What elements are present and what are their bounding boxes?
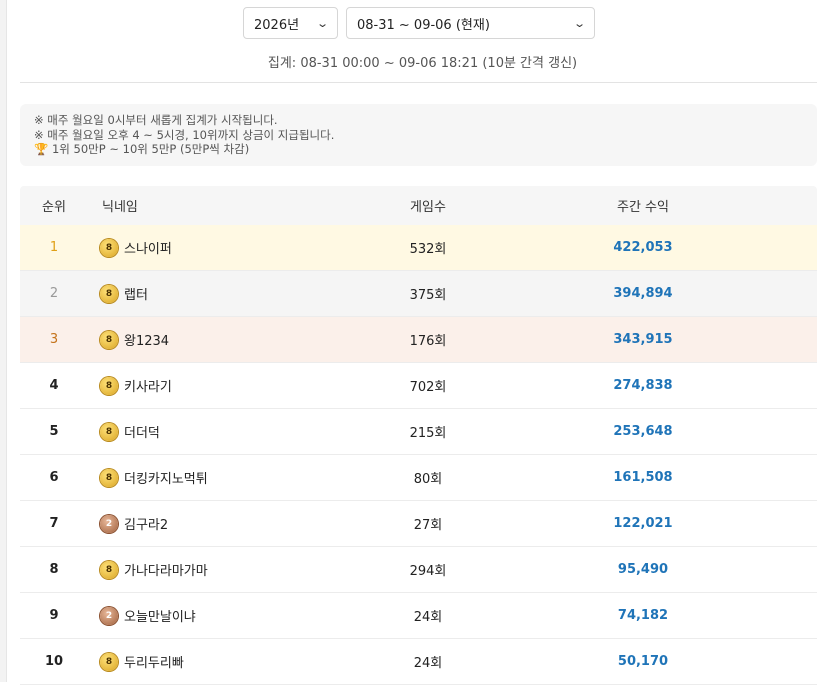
header-nickname: 닉네임 [102,200,138,215]
earnings-cell: 253,648 [613,424,673,439]
rank-cell: 3 [49,332,59,347]
nickname-cell: 8 더더덕 [88,422,338,441]
earnings-cell: 161,508 [613,470,673,485]
nickname-text[interactable]: 키사라기 [124,376,172,395]
nickname-text[interactable]: 오늘만날이냐 [124,606,196,625]
filter-bar: 2026년 ⌄ 08-31 ~ 09-06 (현재) ⌄ [243,7,595,39]
level-badge-icon: 8 [100,652,118,671]
level-badge-icon: 8 [100,238,118,257]
rank-cell: 2 [49,286,59,301]
nickname-cell: 8 키사라기 [88,376,338,395]
level-badge-icon: 2 [100,606,118,625]
earnings-cell: 122,021 [613,516,673,531]
level-badge-icon: 8 [100,284,118,303]
table-row[interactable]: 8 8 가나다라마가마 294회 95,490 [20,547,817,593]
table-row[interactable]: 1 8 스나이퍼 532회 422,053 [20,225,817,271]
notice-box: ※ 매주 월요일 0시부터 새롭게 집계가 시작됩니다. ※ 매주 월요일 오후… [20,104,817,166]
level-badge-icon: 2 [100,514,118,533]
rank-cell: 9 [49,608,59,623]
table-row[interactable]: 2 8 랩터 375회 394,894 [20,271,817,317]
nickname-cell: 8 가나다라마가마 [88,560,338,579]
divider [20,82,817,83]
chevron-down-icon: ⌄ [315,16,329,30]
table-row[interactable]: 7 2 김구라2 27회 122,021 [20,501,817,547]
games-cell: 24회 [413,610,443,625]
nickname-text[interactable]: 두리두리빠 [124,652,184,671]
table-row[interactable]: 4 8 키사라기 702회 274,838 [20,363,817,409]
games-cell: 27회 [413,518,443,533]
aggregation-period: 집계: 08-31 00:00 ~ 09-06 18:21 (10분 간격 갱신… [267,56,578,71]
earnings-cell: 422,053 [613,240,673,255]
nickname-text[interactable]: 가나다라마가마 [124,560,208,579]
games-cell: 176회 [409,334,447,349]
table-header: 순위 닉네임 게임수 주간 수익 [20,186,817,225]
header-rank: 순위 [42,200,66,215]
earnings-cell: 50,170 [617,654,669,669]
rank-cell: 6 [49,470,59,485]
games-cell: 532회 [409,242,447,257]
level-badge-icon: 8 [100,376,118,395]
games-cell: 24회 [413,656,443,671]
week-select-value: 08-31 ~ 09-06 (현재) [357,17,490,33]
table-row[interactable]: 9 2 오늘만날이냐 24회 74,182 [20,593,817,639]
table-row[interactable]: 10 8 두리두리빠 24회 50,170 [20,639,817,685]
header-games: 게임수 [410,200,446,215]
year-select-value: 2026년 [254,17,300,33]
games-cell: 215회 [409,426,447,441]
rank-cell: 7 [49,516,59,531]
ranking-table: 순위 닉네임 게임수 주간 수익 1 8 스나이퍼 532회 422,053 2 8 랩터 37… [20,186,817,685]
level-badge-icon: 8 [100,422,118,441]
week-select[interactable]: 08-31 ~ 09-06 (현재) ⌄ [346,7,595,39]
left-border [0,0,7,682]
level-badge-icon: 8 [100,330,118,349]
games-cell: 375회 [409,288,447,303]
chevron-down-icon: ⌄ [572,16,586,30]
nickname-text[interactable]: 더더덕 [124,422,160,441]
nickname-cell: 8 두리두리빠 [88,652,338,671]
earnings-cell: 274,838 [613,378,673,393]
year-select[interactable]: 2026년 ⌄ [243,7,338,39]
nickname-cell: 8 랩터 [88,284,338,303]
nickname-text[interactable]: 더킹카지노먹튀 [124,468,208,487]
level-badge-icon: 8 [100,560,118,579]
earnings-cell: 394,894 [613,286,673,301]
rank-cell: 1 [49,240,59,255]
table-body: 1 8 스나이퍼 532회 422,053 2 8 랩터 375회 394,894 3 8 왕1234 1… [20,225,817,685]
nickname-cell: 8 스나이퍼 [88,238,338,257]
nickname-text[interactable]: 스나이퍼 [124,238,172,257]
games-cell: 702회 [409,380,447,395]
notice-prize-line: 🏆 1위 50만P ~ 10위 5만P (5만P씩 차감) [34,142,803,157]
earnings-cell: 74,182 [617,608,669,623]
table-row[interactable]: 6 8 더킹카지노먹튀 80회 161,508 [20,455,817,501]
notice-line: ※ 매주 월요일 오후 4 ~ 5시경, 10위까지 상금이 지급됩니다. [34,127,335,142]
table-row[interactable]: 5 8 더더덕 215회 253,648 [20,409,817,455]
rank-cell: 5 [49,424,59,439]
games-cell: 80회 [413,472,443,487]
nickname-cell: 2 오늘만날이냐 [88,606,338,625]
notice-line: ※ 매주 월요일 0시부터 새롭게 집계가 시작됩니다. [34,113,278,127]
rank-cell: 8 [49,562,59,577]
rank-cell: 4 [49,378,59,393]
rank-cell: 10 [44,654,64,669]
games-cell: 294회 [409,564,447,579]
nickname-cell: 8 왕1234 [88,330,338,349]
nickname-cell: 2 김구라2 [88,514,338,533]
nickname-text[interactable]: 왕1234 [124,330,169,349]
nickname-cell: 8 더킹카지노먹튀 [88,468,338,487]
level-badge-icon: 8 [100,468,118,487]
table-row[interactable]: 3 8 왕1234 176회 343,915 [20,317,817,363]
nickname-text[interactable]: 김구라2 [124,514,168,533]
notice-prize-text: 1위 50만P ~ 10위 5만P (5만P씩 차감) [51,142,250,156]
earnings-cell: 95,490 [617,562,669,577]
nickname-text[interactable]: 랩터 [124,284,148,303]
earnings-cell: 343,915 [613,332,673,347]
header-earnings: 주간 수익 [617,200,669,215]
trophy-icon: 🏆 [34,142,49,156]
